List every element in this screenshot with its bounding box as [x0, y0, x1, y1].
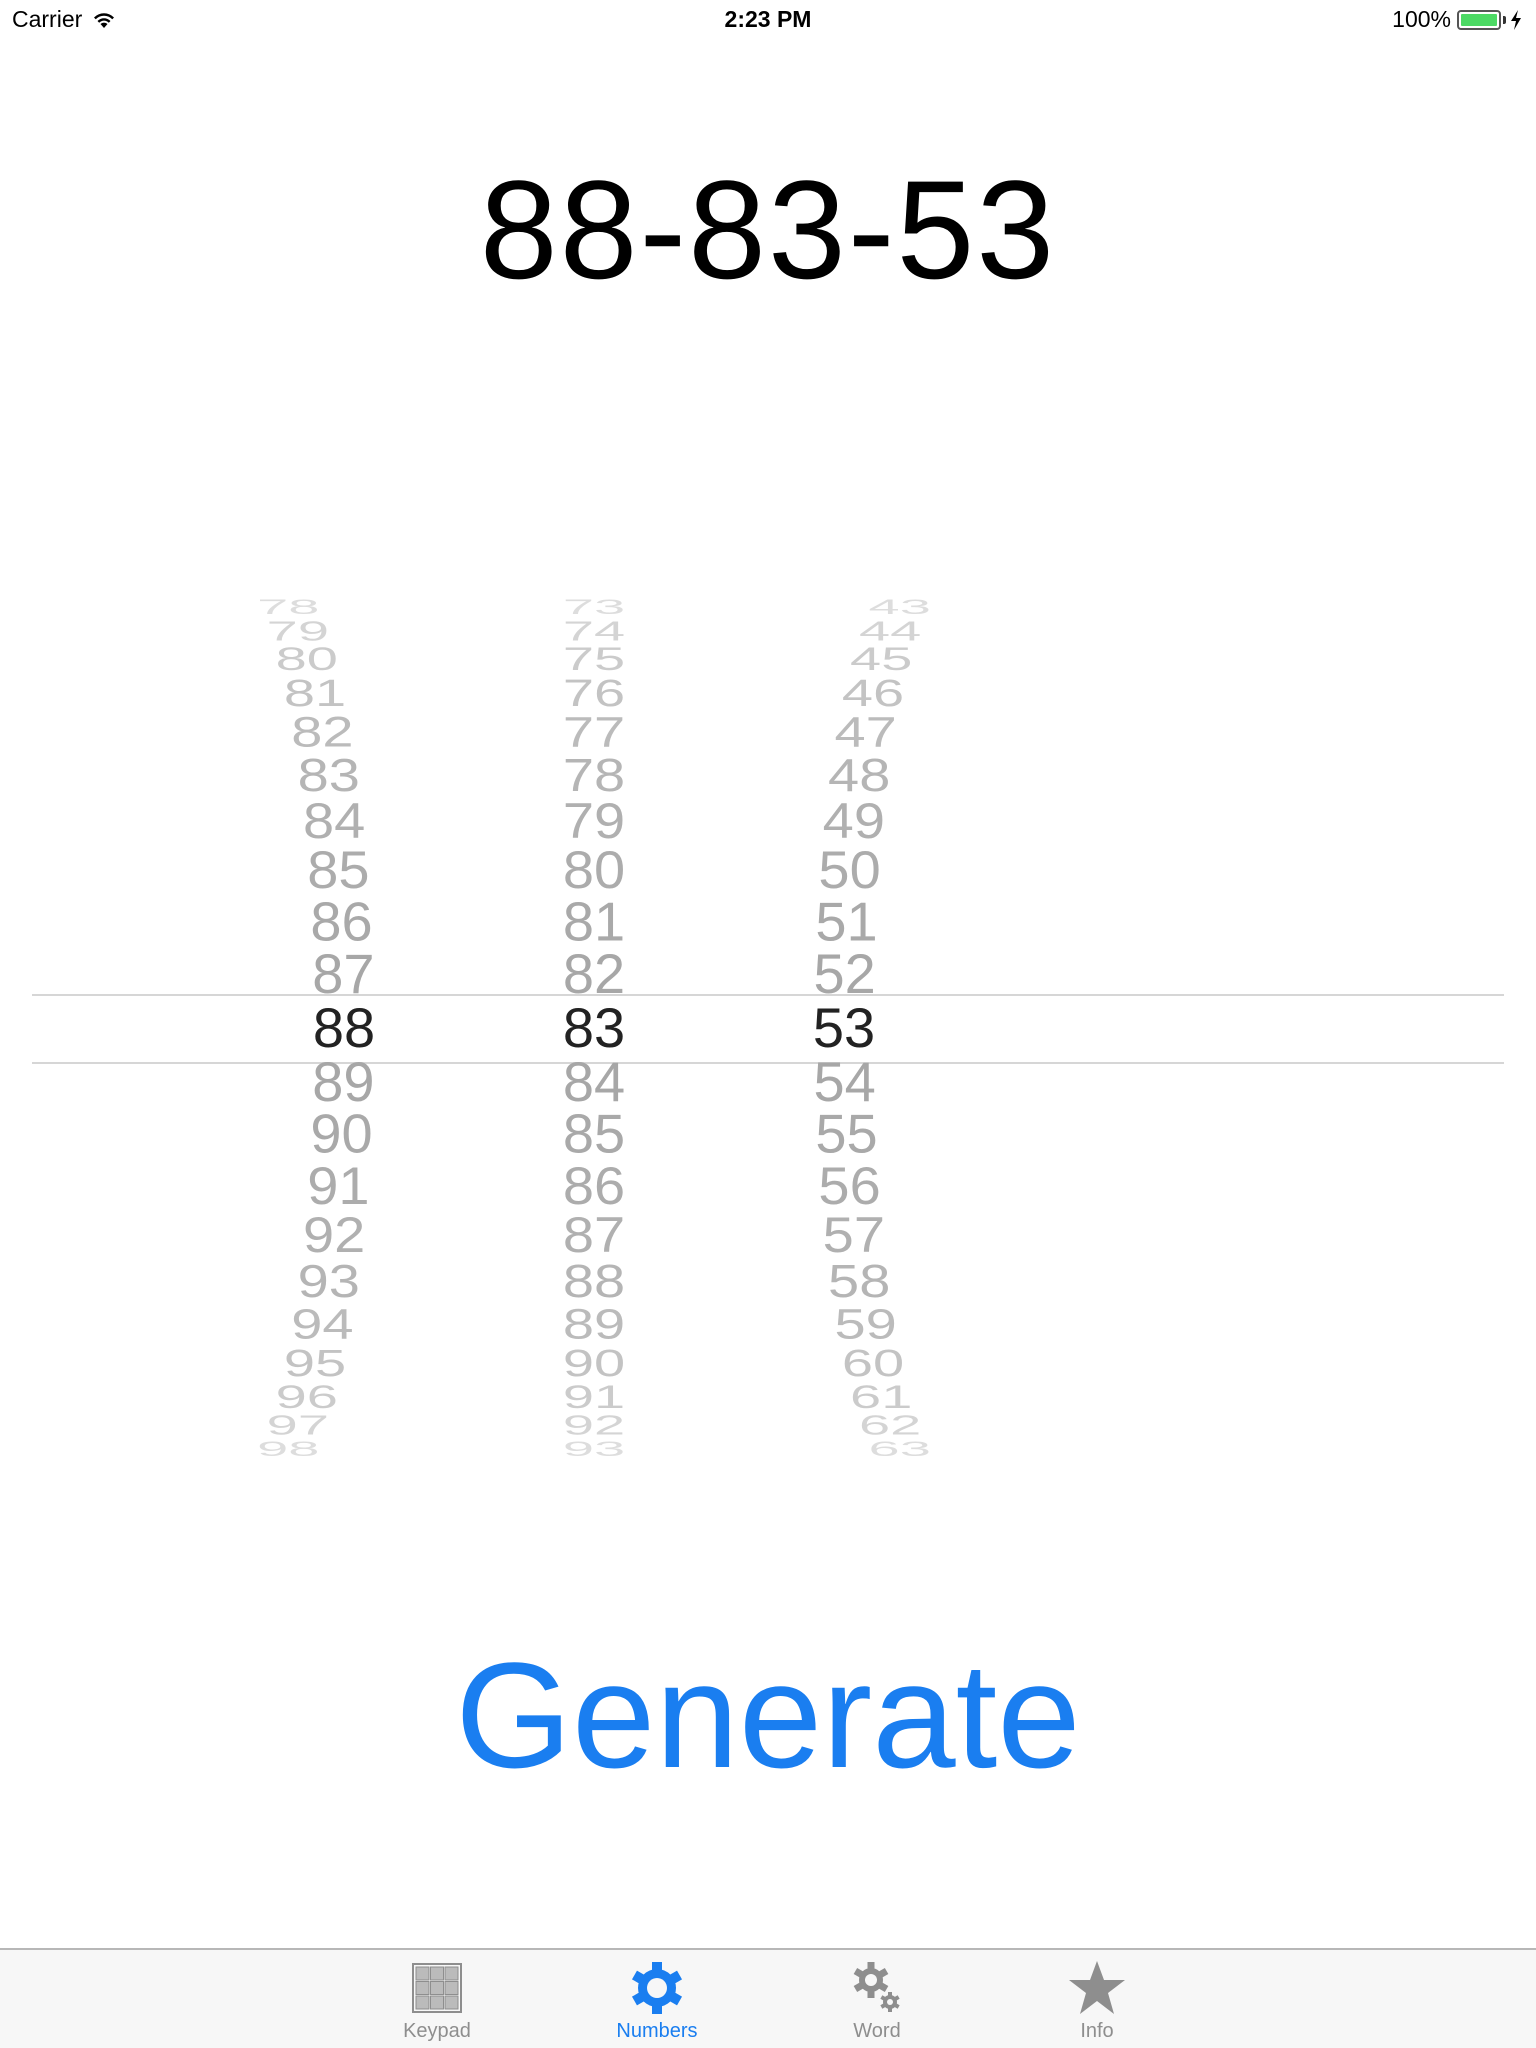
picker-option[interactable]: 88	[534, 1257, 654, 1305]
picker-option[interactable]: 81	[534, 894, 654, 948]
picker-option[interactable]: 98	[228, 1438, 348, 1459]
picker-selected-value[interactable]: 53	[784, 1000, 904, 1056]
picker-column-second-number[interactable]: 73 74 75 76 77 78 79 80 81 82 83 84 85 86 87 88 89 90 91 92…	[534, 575, 654, 1485]
status-bar: Carrier 2:23 PM 100%	[0, 0, 1536, 40]
picker-option[interactable]: 97	[238, 1411, 358, 1439]
picker-option[interactable]: 77	[534, 710, 654, 754]
tab-info[interactable]: Info	[1017, 1950, 1177, 2048]
tab-label: Info	[1080, 2020, 1114, 2042]
picker-option[interactable]: 91	[534, 1380, 654, 1413]
picker-option[interactable]: 90	[534, 1343, 654, 1382]
picker-option[interactable]: 95	[255, 1343, 375, 1382]
picker-option[interactable]: 52	[785, 946, 905, 1003]
picker-option[interactable]: 63	[840, 1438, 960, 1459]
picker-option[interactable]: 94	[262, 1302, 382, 1346]
selection-line-top	[32, 994, 1504, 996]
picker-option[interactable]: 51	[786, 894, 906, 948]
picker-option[interactable]: 86	[282, 894, 402, 948]
picker-option[interactable]: 59	[806, 1302, 926, 1346]
picker-option[interactable]: 91	[278, 1159, 398, 1212]
gear-icon	[631, 1962, 683, 2014]
battery-cap	[1503, 15, 1506, 24]
picker-option[interactable]: 82	[262, 710, 382, 754]
picker-option[interactable]: 96	[247, 1380, 367, 1413]
picker-option[interactable]: 62	[830, 1411, 950, 1439]
picker-column-first-number[interactable]: 78 79 80 81 82 83 84 85 86 87 88 89 90 91 92 93 94 95 96 97…	[257, 575, 404, 1485]
picker-option[interactable]: 92	[274, 1209, 394, 1260]
battery-icon	[1457, 9, 1501, 30]
picker-option[interactable]: 87	[283, 946, 403, 1003]
picker-selected-value[interactable]: 83	[534, 1000, 654, 1056]
picker-option[interactable]: 84	[274, 796, 394, 846]
tab-keypad[interactable]: Keypad	[357, 1950, 517, 2048]
gears-icon	[853, 1962, 900, 2012]
picker-option[interactable]: 85	[534, 1107, 654, 1161]
battery-fill	[1461, 13, 1497, 26]
picker-option[interactable]: 79	[534, 796, 654, 846]
picker-option[interactable]: 60	[813, 1343, 933, 1382]
generated-code: 88-83-53	[479, 151, 1057, 308]
star-icon	[1069, 1961, 1125, 2014]
tab-numbers[interactable]: Numbers	[577, 1950, 737, 2048]
picker-option[interactable]: 57	[794, 1209, 914, 1260]
tab-label: Keypad	[403, 2020, 471, 2042]
picker-option[interactable]: 89	[283, 1053, 403, 1110]
tab-label: Numbers	[616, 2020, 698, 2042]
picker-option[interactable]: 80	[534, 844, 654, 897]
number-picker[interactable]: 78 79 80 81 82 83 84 85 86 87 88 89 90 91 92 93 94 95 96 97…	[32, 575, 1504, 1485]
picker-column-third-number[interactable]: 43 44 45 46 47 48 49 50 51 52 53 54 55 56 57 58 59 60 61 62…	[784, 575, 931, 1485]
generate-button[interactable]: Generate	[0, 1640, 1536, 1790]
picker-option[interactable]: 61	[821, 1380, 941, 1413]
picker-option[interactable]: 58	[799, 1257, 919, 1305]
status-right: 100%	[1392, 6, 1522, 33]
selection-line-bottom	[32, 1062, 1504, 1064]
picker-option[interactable]: 48	[799, 751, 919, 799]
status-time: 2:23 PM	[724, 6, 812, 32]
picker-option[interactable]: 93	[534, 1438, 654, 1459]
picker-option[interactable]: 93	[269, 1257, 389, 1305]
picker-option[interactable]: 55	[786, 1107, 906, 1161]
picker-option[interactable]: 56	[790, 1159, 910, 1212]
picker-option[interactable]: 86	[534, 1159, 654, 1212]
picker-selected-value[interactable]: 88	[284, 1000, 404, 1056]
tab-word[interactable]: Word	[797, 1950, 957, 2048]
picker-option[interactable]: 50	[790, 844, 910, 897]
keypad-icon	[412, 1963, 462, 2013]
picker-option[interactable]: 89	[534, 1302, 654, 1346]
tab-label: Word	[853, 2020, 901, 2042]
picker-option[interactable]: 92	[534, 1411, 654, 1439]
battery-percent: 100%	[1392, 6, 1451, 32]
picker-option[interactable]: 82	[534, 946, 654, 1003]
picker-option[interactable]: 90	[282, 1107, 402, 1161]
picker-option[interactable]: 49	[794, 796, 914, 846]
picker-option[interactable]: 87	[534, 1209, 654, 1260]
picker-option[interactable]: 85	[278, 844, 398, 897]
picker-option[interactable]: 47	[806, 710, 926, 754]
tab-bar: Keypad Numbers Word Info	[0, 1948, 1536, 2048]
picker-option[interactable]: 84	[534, 1053, 654, 1110]
charging-bolt-icon	[1511, 9, 1521, 30]
picker-option[interactable]: 78	[534, 751, 654, 799]
picker-option[interactable]: 83	[269, 751, 389, 799]
picker-option[interactable]: 54	[785, 1053, 905, 1110]
